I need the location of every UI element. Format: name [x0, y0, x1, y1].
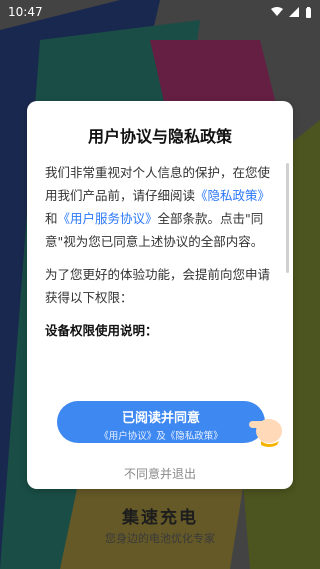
content-fade [27, 349, 293, 379]
app-name: 集速充电 [122, 508, 198, 528]
permission-paragraph: 为了您更好的体验功能，会提前向您申请获得以下权限： [45, 267, 271, 305]
privacy-policy-link[interactable]: 《隐私政策》 [195, 188, 270, 203]
service-agreement-link[interactable]: 《用户服务协议》 [58, 211, 158, 226]
dialog-content[interactable]: 我们非常重视对个人信息的保护，在您使用我们产品前，请仔细阅读《隐私政策》和《用户… [45, 161, 277, 359]
agree-button[interactable]: 已阅读并同意 《用户协议》及《隐私政策》 [57, 401, 265, 443]
content-scrollbar[interactable] [286, 163, 289, 273]
status-time: 10:47 [8, 5, 43, 19]
privacy-dialog: 用户协议与隐私政策 我们非常重视对个人信息的保护，在您使用我们产品前，请仔细阅读… [27, 101, 293, 489]
decline-button[interactable]: 不同意并退出 [27, 465, 293, 482]
battery-icon [306, 6, 311, 18]
permission-heading: 设备权限使用说明： [45, 323, 158, 338]
signal-icon [289, 7, 299, 17]
app-slogan: 您身边的电池优化专家 [105, 532, 215, 545]
intro-paragraph: 我们非常重视对个人信息的保护，在您使用我们产品前，请仔细阅读《隐私政策》和《用户… [45, 161, 277, 253]
agree-button-sublabel: 《用户协议》及《隐私政策》 [99, 431, 223, 442]
status-bar: 10:47 [0, 0, 320, 24]
wifi-icon [271, 7, 283, 16]
agree-button-label: 已阅读并同意 [121, 411, 200, 426]
pointing-hand-icon [249, 419, 282, 447]
dialog-title: 用户协议与隐私政策 [87, 127, 232, 146]
and-text: 和 [45, 211, 58, 226]
